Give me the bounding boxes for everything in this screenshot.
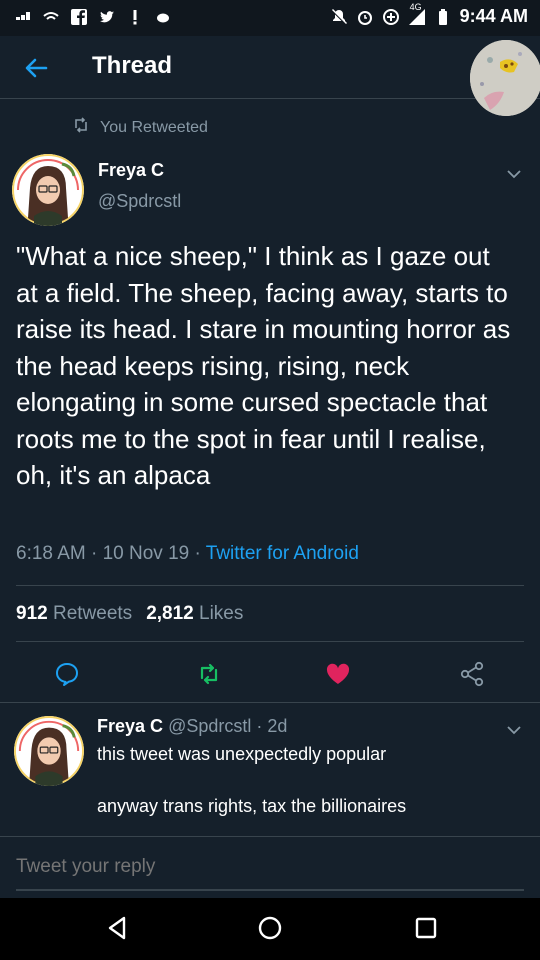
arrow-left-icon[interactable] <box>20 52 52 84</box>
author-avatar[interactable] <box>12 154 84 226</box>
heart-icon[interactable] <box>324 660 352 688</box>
retweets-count: 912 <box>16 603 48 624</box>
tweet-stats: 912 Retweets 2,812 Likes <box>16 603 243 625</box>
retweet-context-label: You Retweeted <box>100 118 208 136</box>
twitter-icon <box>98 8 116 26</box>
share-icon[interactable] <box>458 660 486 688</box>
facebook-icon <box>70 8 88 26</box>
reply-icon[interactable] <box>53 660 81 688</box>
dot-icon <box>154 8 172 26</box>
reply-input[interactable] <box>16 856 524 878</box>
likes-label: Likes <box>199 603 244 624</box>
tweet-meta: 6:18 AM · 10 Nov 19 · Twitter for Androi… <box>16 543 359 565</box>
nav-back-icon[interactable] <box>104 914 132 942</box>
status-right-icons: 4G 9:44 AM <box>330 2 528 27</box>
tweet-actions <box>0 656 540 696</box>
tweet-client-link[interactable]: Twitter for Android <box>206 543 359 564</box>
battery-icon <box>434 8 452 26</box>
cell-signal-group: 4G <box>408 2 426 26</box>
top-bar: Thread <box>0 36 540 99</box>
retweets-label: Retweets <box>52 603 133 624</box>
alert-icon <box>126 8 144 26</box>
android-nav-bar <box>0 898 540 960</box>
meta-separator: · <box>256 716 263 736</box>
author-name[interactable]: Freya C <box>98 160 164 181</box>
meta-separator: · <box>194 543 201 564</box>
network-badge: 4G <box>409 1 422 12</box>
chevron-down-icon[interactable] <box>504 164 524 184</box>
divider <box>16 585 524 586</box>
meta-separator: · <box>91 543 98 564</box>
status-time: 9:44 AM <box>459 6 528 26</box>
divider <box>0 702 540 703</box>
retweet-small-icon <box>72 116 90 139</box>
likes-stat[interactable]: 2,812 Likes <box>146 603 243 625</box>
reply-input-underline <box>16 889 524 891</box>
likes-count: 2,812 <box>146 603 194 624</box>
divider <box>16 641 524 642</box>
author-handle[interactable]: @Spdrcstl <box>98 191 181 212</box>
retweet-icon[interactable] <box>195 660 223 688</box>
page-title: Thread <box>92 52 173 79</box>
status-bar: 4G 9:44 AM <box>0 0 540 36</box>
retweets-stat[interactable]: 912 Retweets <box>16 603 132 625</box>
reply-text-line2: anyway trans rights, tax the billionaire… <box>97 796 407 816</box>
reply-header: Freya C @Spdrcstl · 2d <box>97 716 287 737</box>
nav-home-icon[interactable] <box>256 914 284 942</box>
alarm-icon <box>356 8 374 26</box>
tweet-time: 6:18 AM <box>16 543 86 564</box>
reply-author-handle[interactable]: @Spdrcstl <box>168 716 251 736</box>
reply-text-line1: this tweet was unexpectedly popular <box>97 744 387 764</box>
reply-author-name[interactable]: Freya C <box>97 716 163 736</box>
reply-age: 2d <box>267 716 288 736</box>
tweet-date: 10 Nov 19 <box>102 543 190 564</box>
signal-app-icon <box>14 8 32 26</box>
divider <box>0 836 540 837</box>
retweet-context: You Retweeted <box>72 116 208 139</box>
account-avatar[interactable] <box>470 40 540 116</box>
wifi-icon <box>42 8 60 26</box>
status-left-icons <box>14 8 172 26</box>
mute-icon <box>330 8 348 26</box>
nav-recents-icon[interactable] <box>412 914 440 942</box>
reply-author-avatar[interactable] <box>14 716 84 786</box>
chevron-down-icon[interactable] <box>504 720 524 740</box>
data-saver-icon <box>382 8 400 26</box>
tweet-text: "What a nice sheep," I think as I gaze o… <box>16 241 511 490</box>
